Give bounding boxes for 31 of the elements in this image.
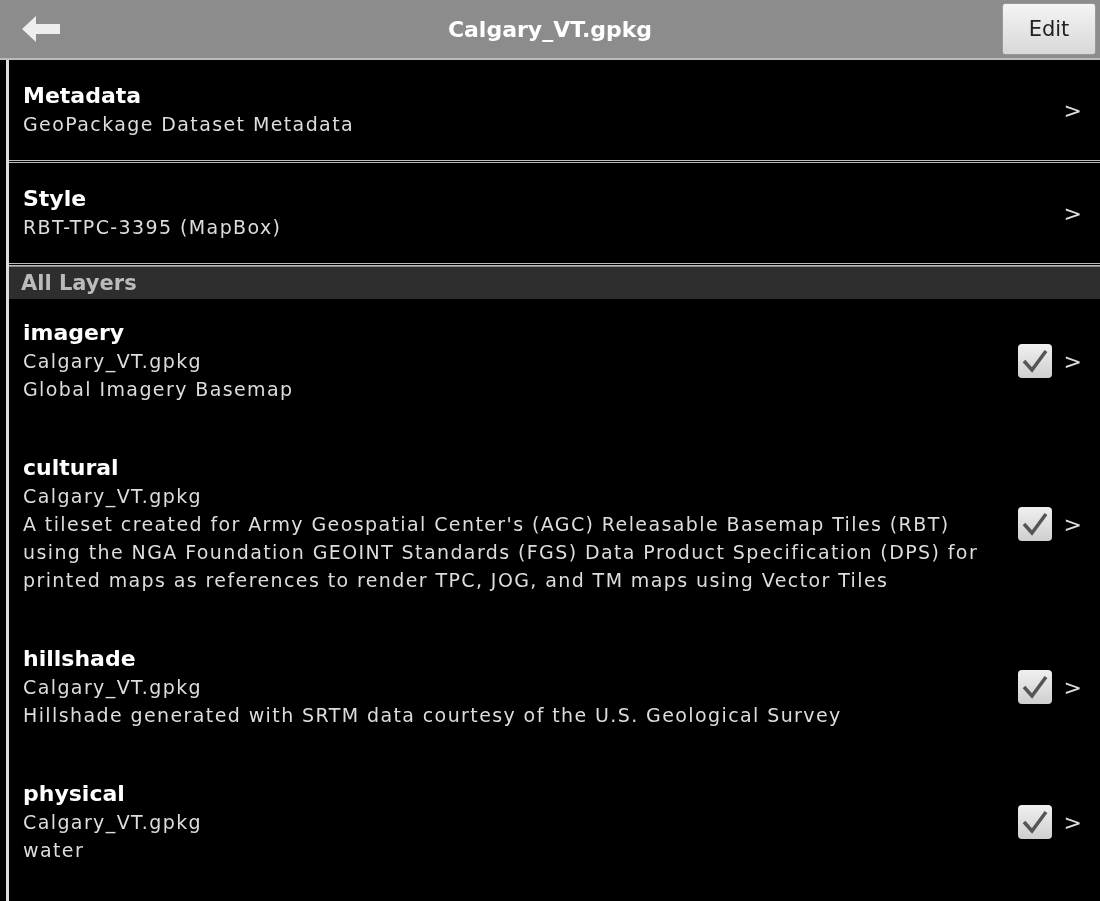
layer-description: Global Imagery Basemap — [23, 377, 295, 402]
chevron-icon[interactable]: > — [1063, 348, 1082, 374]
chevron-icon[interactable]: > — [1063, 674, 1082, 700]
chevron-icon: > — [1063, 97, 1082, 123]
chevron-icon[interactable]: > — [1063, 511, 1082, 537]
layer-description: Hillshade generated with SRTM data courtesy of the U.S. Geological Survey — [23, 703, 843, 728]
layer-file: Calgary_VT.gpkg — [23, 675, 204, 701]
edit-button[interactable]: Edit — [1002, 3, 1096, 55]
item-title: Metadata — [23, 82, 143, 110]
layer-name: cultural — [23, 454, 120, 482]
back-arrow-icon — [22, 16, 62, 42]
layer-file: Calgary_VT.gpkg — [23, 810, 204, 836]
checkbox[interactable] — [1017, 670, 1052, 704]
chevron-icon[interactable]: > — [1063, 809, 1082, 835]
checkbox[interactable] — [1017, 507, 1052, 541]
layer-name: imagery — [23, 319, 126, 347]
layer-description: water — [23, 838, 86, 863]
item-title: Style — [23, 185, 88, 213]
layer-name: hillshade — [23, 645, 137, 673]
window-title: Calgary_VT.gpkg — [446, 16, 654, 42]
chevron-icon: > — [1063, 200, 1082, 226]
layer-description: A tileset created for Army Geospatial Center's (AGC) Releasable Basemap Tiles (RBT) using the NGA Foundation GEOINT Standards (FGS) Data Product Specification (DPS) for printed maps as references to render TPC, JOG, and TM maps using Vector Tiles — [23, 512, 980, 593]
item-subtitle: RBT-TPC-3395 (MapBox) — [23, 215, 283, 240]
checkbox[interactable] — [1017, 344, 1052, 378]
checkbox[interactable] — [1017, 805, 1052, 839]
section-title: All Layers — [21, 271, 137, 295]
list-item[interactable]: Metadata GeoPackage Dataset Metadata > — [9, 60, 1100, 163]
item-subtitle: GeoPackage Dataset Metadata — [23, 112, 356, 137]
layer-file: Calgary_VT.gpkg — [23, 349, 204, 375]
layer-name: physical — [23, 780, 126, 808]
layer-file: Calgary_VT.gpkg — [23, 484, 204, 510]
